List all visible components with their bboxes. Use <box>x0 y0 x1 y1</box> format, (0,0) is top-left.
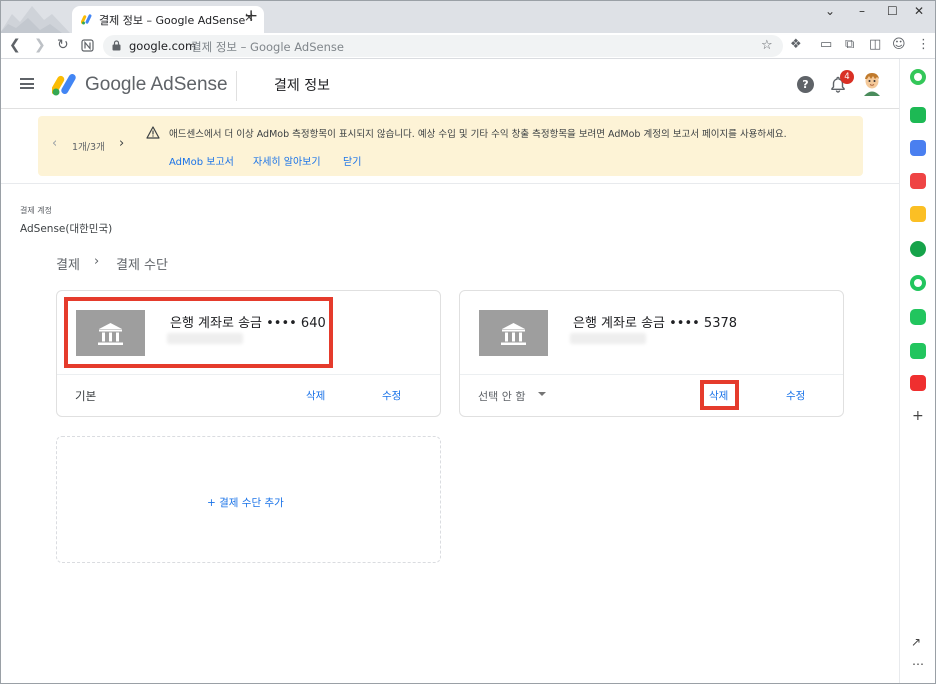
edit-button[interactable]: 수정 <box>382 388 401 403</box>
breadcrumb-separator-icon: › <box>94 254 100 269</box>
account-label: 결제 계정 <box>20 206 52 215</box>
payment-method-card: 은행 계좌로 송금 •••• 5378 선택 안 함 삭제 수정 <box>459 290 844 417</box>
minimize-button[interactable]: – <box>859 4 865 18</box>
account-name: AdSense(대한민국) <box>20 223 113 235</box>
address-bar[interactable]: google.com 결제 정보 – Google AdSense ☆ <box>103 35 783 57</box>
notification-count-badge: 4 <box>840 70 854 84</box>
set-default-dropdown[interactable]: 선택 안 함 <box>478 388 525 404</box>
tab-bar-decoration <box>0 6 70 33</box>
side-app-talk-icon[interactable] <box>910 309 926 325</box>
bank-icon <box>479 310 548 356</box>
side-app-line-icon[interactable] <box>910 343 926 359</box>
breadcrumb-parent[interactable]: 결제 <box>56 254 80 273</box>
dismiss-link[interactable]: 닫기 <box>343 153 361 168</box>
side-app-green-icon[interactable] <box>910 69 926 85</box>
side-more-icon[interactable]: ⋯ <box>912 657 924 671</box>
side-add-icon[interactable]: + <box>912 408 924 424</box>
maximize-button[interactable]: ☐ <box>887 4 898 18</box>
adsense-favicon-icon <box>81 14 92 25</box>
home-icon[interactable] <box>81 39 94 52</box>
default-status-label: 기본 <box>75 389 97 403</box>
side-app-pocket-icon[interactable] <box>910 173 926 189</box>
warning-icon <box>146 126 160 139</box>
account-avatar[interactable] <box>862 72 882 96</box>
url-page-title: 결제 정보 – Google AdSense <box>191 40 344 54</box>
close-window-button[interactable]: ✕ <box>914 4 924 18</box>
menu-dots-icon[interactable]: ⋮ <box>917 38 930 52</box>
learn-more-link[interactable]: 자세히 알아보기 <box>253 153 321 168</box>
tab-title: 결제 정보 – Google AdSense <box>99 14 246 27</box>
chevron-down-icon[interactable] <box>538 392 546 396</box>
banner-next-icon[interactable]: › <box>119 136 124 151</box>
bank-account-name: 은행 계좌로 송금 •••• 5378 <box>573 316 738 331</box>
card-divider <box>57 374 440 375</box>
highlight-box-delete <box>700 380 739 410</box>
section-divider <box>0 183 899 184</box>
notice-banner: ‹ 1개/3개 › 애드센스에서 더 이상 AdMob 측정항목이 표시되지 않… <box>38 116 863 176</box>
edit-button[interactable]: 수정 <box>786 388 805 403</box>
side-app-star-icon[interactable] <box>910 206 926 222</box>
help-icon[interactable]: ? <box>797 76 814 93</box>
banner-prev-icon[interactable]: ‹ <box>52 136 57 151</box>
delete-button[interactable]: 삭제 <box>306 388 325 403</box>
side-app-edge-icon[interactable] <box>910 241 926 257</box>
new-tab-button[interactable]: + <box>244 8 258 25</box>
side-app-now-icon[interactable] <box>910 375 926 391</box>
sidebar-toggle-icon[interactable]: ◫ <box>869 38 881 52</box>
brand-name: Google AdSense <box>85 74 228 95</box>
side-open-external-icon[interactable]: ↗ <box>911 635 921 649</box>
breadcrumb-current: 결제 수단 <box>116 258 168 273</box>
add-payment-method-card[interactable]: + 결제 수단 추가 <box>56 436 441 563</box>
browser-side-panel: + ↗ ⋯ <box>899 59 936 684</box>
back-icon[interactable]: ❮ <box>9 37 21 53</box>
side-app-chat-icon[interactable] <box>910 107 926 123</box>
profile-icon[interactable]: ☺ <box>892 38 906 52</box>
card-divider <box>460 374 843 375</box>
extensions-icon[interactable]: ❖ <box>790 38 802 52</box>
hamburger-menu-icon[interactable] <box>20 78 34 89</box>
highlight-box-account <box>64 297 333 368</box>
header-divider <box>236 71 237 101</box>
adsense-logo-icon <box>52 74 76 96</box>
browser-toolbar: ❮ ❯ ↻ google.com 결제 정보 – Google AdSense … <box>0 33 936 59</box>
side-app-play-icon[interactable] <box>910 275 926 291</box>
screenshot-icon[interactable]: ⧉ <box>845 38 854 52</box>
tab-search-icon[interactable]: ⌄ <box>825 4 835 18</box>
banner-pager-count: 1개/3개 <box>72 142 105 153</box>
redacted-account-detail <box>570 333 646 344</box>
banner-message: 애드센스에서 더 이상 AdMob 측정항목이 표시되지 않습니다. 예상 수입… <box>169 129 787 140</box>
adsense-header: Google AdSense 결제 정보 ? 4 <box>0 59 899 109</box>
add-payment-method-link[interactable]: + 결제 수단 추가 <box>207 495 284 510</box>
browser-tab-active[interactable]: 결제 정보 – Google AdSense × <box>72 6 264 33</box>
page-title: 결제 정보 <box>274 78 330 94</box>
bookmark-star-icon[interactable]: ☆ <box>761 38 773 53</box>
reload-icon[interactable]: ↻ <box>57 37 69 53</box>
side-app-calendar-icon[interactable] <box>910 140 926 156</box>
admob-report-link[interactable]: AdMob 보고서 <box>169 153 234 168</box>
media-icon[interactable]: ▭ <box>820 38 832 52</box>
forward-icon[interactable]: ❯ <box>34 37 46 53</box>
lock-icon <box>112 40 121 51</box>
browser-tab-bar: 결제 정보 – Google AdSense × + ⌄ – ☐ ✕ <box>0 0 936 33</box>
url-host: google.com <box>129 39 197 53</box>
